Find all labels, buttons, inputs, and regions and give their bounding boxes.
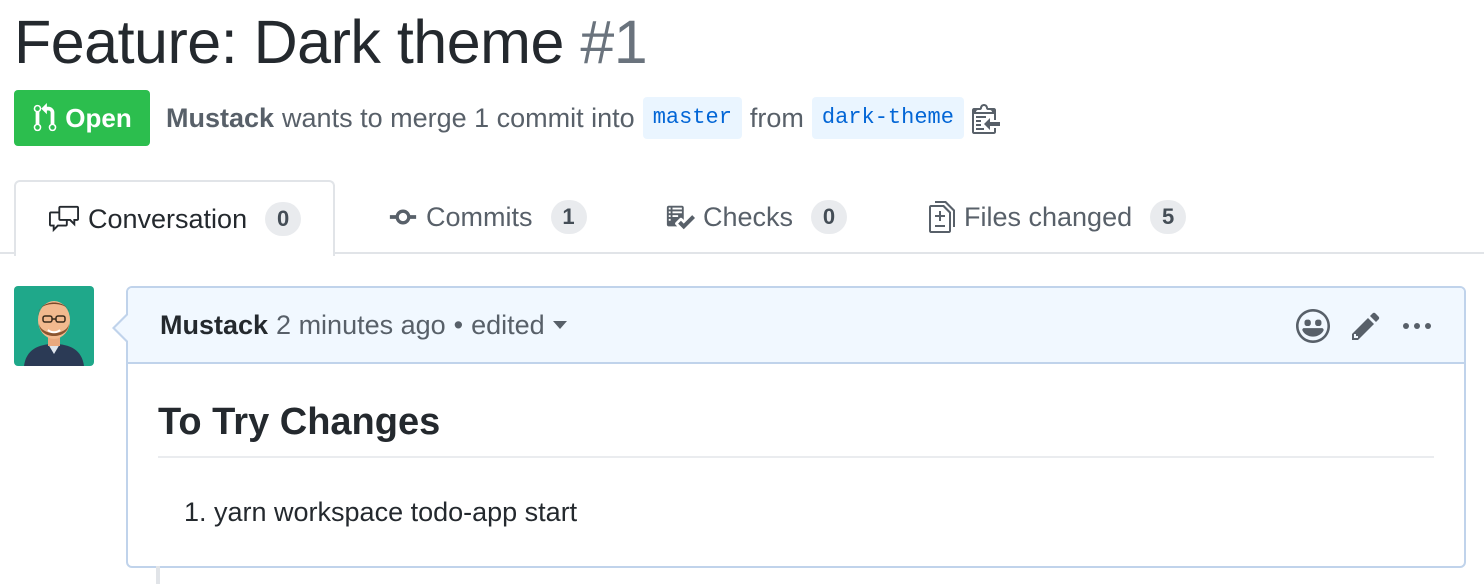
file-diff-icon <box>929 201 955 233</box>
timeline-line <box>156 566 160 584</box>
head-branch[interactable]: dark-theme <box>811 97 964 139</box>
state-badge: Open <box>14 90 150 146</box>
smiley-icon <box>1296 309 1330 343</box>
meta-separator: • <box>453 309 464 340</box>
comment-actions <box>1296 288 1432 364</box>
pr-author-link[interactable]: Mustack <box>166 103 274 134</box>
edit-comment-button[interactable] <box>1350 310 1382 342</box>
state-label: Open <box>65 102 132 133</box>
more-options-button[interactable] <box>1402 321 1432 331</box>
add-reaction-button[interactable] <box>1296 309 1330 343</box>
comment-discussion-icon <box>49 205 79 233</box>
pr-title: Feature: Dark theme #1 <box>14 6 648 78</box>
tab-checks-label: Checks <box>703 201 794 232</box>
git-commit-icon <box>389 209 417 225</box>
caret-down-icon <box>552 321 567 329</box>
edited-label: edited <box>471 309 545 340</box>
checklist-icon <box>666 205 695 230</box>
comment-heading: To Try Changes <box>158 394 1434 458</box>
tab-checks[interactable]: Checks 0 <box>665 180 848 254</box>
base-branch[interactable]: master <box>642 97 742 139</box>
merge-text: wants to merge 1 commit into <box>282 102 635 133</box>
pr-title-text: Feature: Dark theme <box>14 8 564 76</box>
list-item: yarn workspace todo-app start <box>214 492 1434 532</box>
tab-conversation[interactable]: Conversation 0 <box>14 180 336 256</box>
git-pull-request-icon <box>34 103 57 132</box>
comment-author-link[interactable]: Mustack <box>160 310 268 341</box>
tab-files-changed[interactable]: Files changed 5 <box>928 180 1187 254</box>
merge-description: Mustack wants to merge 1 commit into mas… <box>166 97 1000 139</box>
from-text: from <box>749 102 804 133</box>
tab-checks-count: 0 <box>811 200 848 234</box>
comment-arrow-fill <box>115 314 129 342</box>
pr-number: #1 <box>580 8 648 76</box>
pr-meta: Open Mustack wants to merge 1 commit int… <box>14 90 1000 146</box>
comment-header: Mustack 2 minutes ago • edited <box>128 288 1464 364</box>
pr-tabs: Conversation 0 Commits 1 Checks 0 Files … <box>0 180 1484 256</box>
comment-body: To Try Changes yarn workspace todo-app s… <box>128 364 1464 532</box>
kebab-horizontal-icon <box>1403 323 1431 329</box>
edited-dropdown[interactable]: edited <box>471 310 567 341</box>
avatar[interactable] <box>14 286 94 366</box>
tab-files-changed-label: Files changed <box>964 201 1133 232</box>
comment-list: yarn workspace todo-app start <box>158 492 1434 532</box>
clippy-icon <box>971 104 1000 134</box>
tab-commits-label: Commits <box>426 201 533 232</box>
comment-timestamp[interactable]: 2 minutes ago <box>276 310 446 341</box>
tab-conversation-count: 0 <box>265 202 302 236</box>
tab-commits[interactable]: Commits 1 <box>388 180 587 254</box>
tab-files-changed-count: 5 <box>1150 200 1187 234</box>
pencil-icon <box>1352 312 1380 340</box>
tab-conversation-label: Conversation <box>88 203 248 234</box>
tab-commits-count: 1 <box>550 200 587 234</box>
user-avatar-image <box>14 286 94 366</box>
copy-branch-button[interactable] <box>971 102 1000 134</box>
comment-box: Mustack 2 minutes ago • edited To Try Ch… <box>112 286 1466 568</box>
